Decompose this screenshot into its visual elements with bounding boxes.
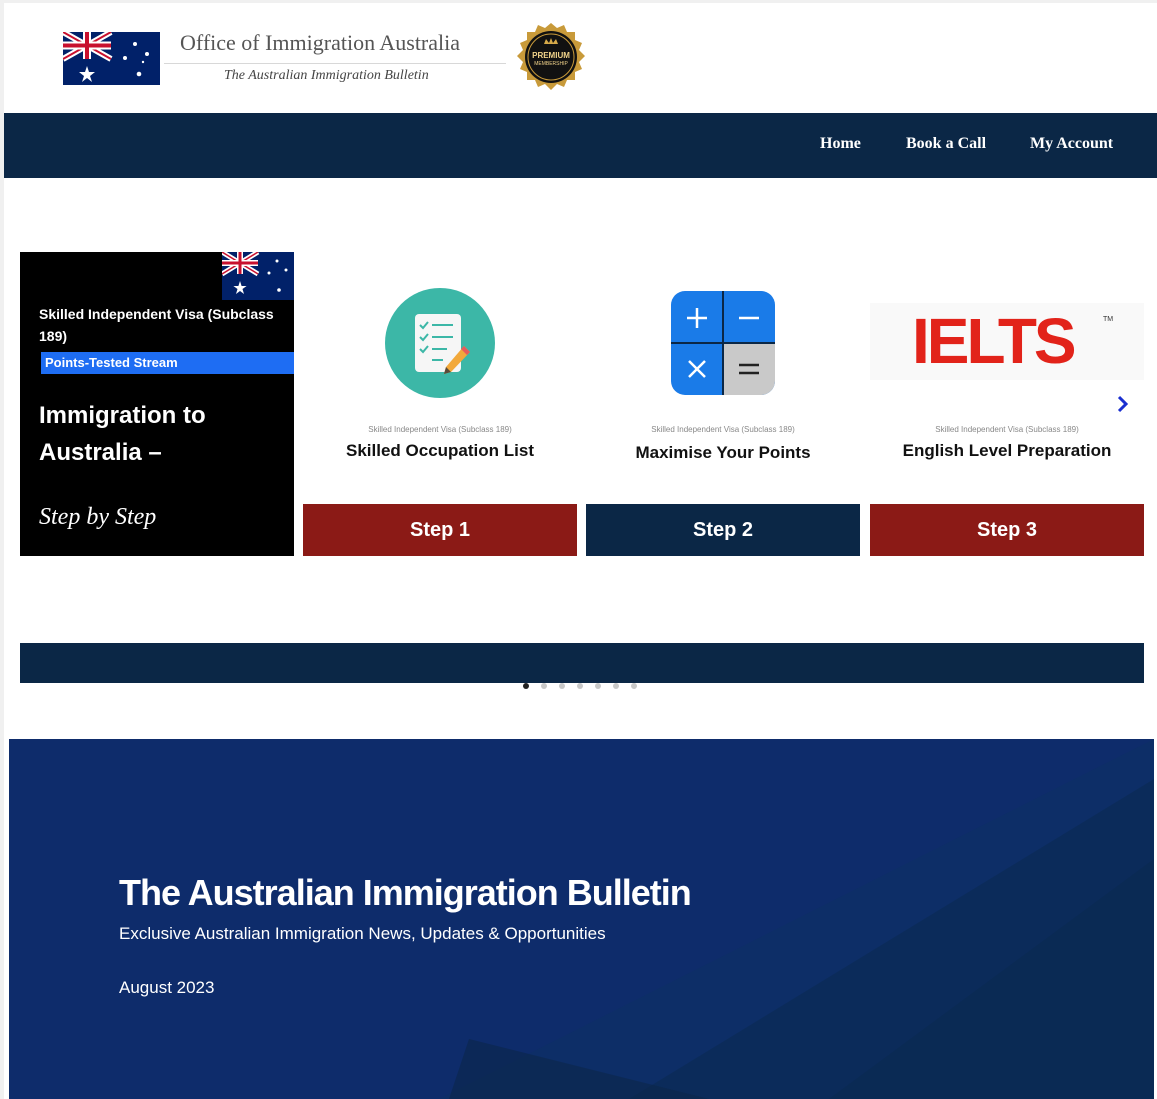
card-title: Maximise Your Points [635,443,811,462]
nav-book-a-call[interactable]: Book a Call [906,135,986,153]
card-visa-label: Skilled Independent Visa (Subclass 189) [651,425,795,434]
org-name: Office of Immigration Australia [180,30,461,55]
step-card-3[interactable]: IELTS TM Skilled Independent Visa (Subcl… [870,252,1144,556]
step-card-2[interactable]: Skilled Independent Visa (Subclass 189) … [586,252,860,556]
page: Office of Immigration Australia The Aust… [4,3,1157,1099]
ielts-logo: IELTS TM [870,303,1144,380]
checklist-icon [385,288,495,398]
hero-background-shapes [439,739,1154,1099]
carousel-dot[interactable] [559,683,565,689]
step-1-button[interactable]: Step 1 [303,504,577,556]
carousel-dot[interactable] [613,683,619,689]
australian-flag-icon [63,32,160,85]
ielts-trademark: TM [1103,316,1114,323]
carousel-dot[interactable] [541,683,547,689]
ielts-logo-text: IELTS [912,305,1077,377]
bulletin-hero: The Australian Immigration Bulletin Excl… [9,739,1154,1099]
bulletin-subtitle: Exclusive Australian Immigration News, U… [119,924,606,943]
badge-label: PREMIUM [532,51,570,60]
card-title: Skilled Occupation List [346,441,534,460]
step-2-button[interactable]: Step 2 [586,504,860,556]
carousel-dot[interactable] [577,683,583,689]
step-3-button[interactable]: Step 3 [870,504,1144,556]
main-nav: Home Book a Call My Account [4,113,1157,178]
premium-membership-badge: PREMIUM MEMBERSHIP [512,22,590,96]
carousel-dot[interactable] [631,683,637,689]
intro-subtitle: Step by Step [39,504,157,530]
carousel-dot[interactable] [523,683,529,689]
carousel-bar [20,643,1144,683]
nav-my-account[interactable]: My Account [1030,135,1113,153]
card-title: English Level Preparation [902,441,1112,460]
intro-stream-label: Points-Tested Stream [41,352,294,374]
logo-divider [164,63,506,64]
step-card-1[interactable]: Skilled Independent Visa (Subclass 189) … [303,252,577,556]
badge-sublabel: MEMBERSHIP [534,61,568,67]
nav-home[interactable]: Home [820,135,861,153]
intro-title: Immigration to Australia – [39,402,206,466]
bulletin-date: August 2023 [119,978,215,997]
bulletin-title: The Australian Immigration Bulletin [119,872,692,913]
intro-slide-card[interactable]: Skilled Independent Visa (Subclass 189) … [20,252,294,556]
card-visa-label: Skilled Independent Visa (Subclass 189) [368,425,512,434]
site-header: Office of Immigration Australia The Aust… [4,3,1157,113]
calculator-icon [671,291,775,395]
org-tagline: The Australian Immigration Bulletin [224,68,429,83]
intro-visa-label: Skilled Independent Visa (Subclass 189) [39,306,274,344]
australian-flag-icon [222,252,294,300]
card-visa-label: Skilled Independent Visa (Subclass 189) [935,425,1079,434]
chevron-right-icon[interactable] [1114,393,1132,415]
carousel-dot[interactable] [595,683,601,689]
